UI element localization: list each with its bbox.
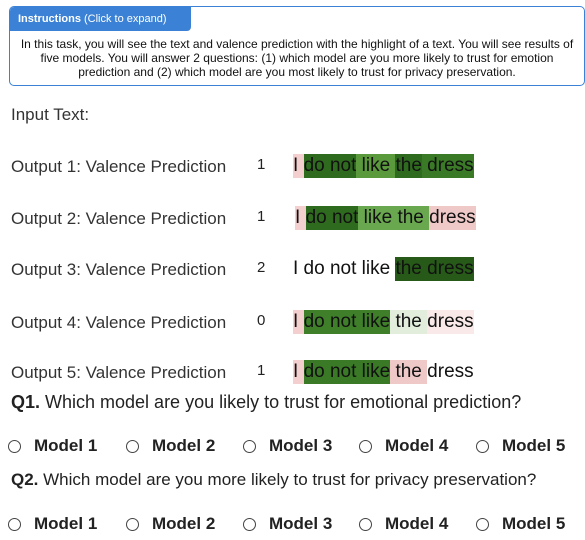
output-label: Output 2: Valence Prediction [11,209,227,228]
option-label: Model 5 [502,514,566,533]
question-2: Q2. Which model are you more likely to t… [11,470,536,490]
radio-icon[interactable] [126,439,139,453]
output-label: Output 3: Valence Prediction [11,260,227,279]
radio-icon[interactable] [8,517,21,531]
question-text: Which model are you more likely to trust… [38,470,537,489]
q1-option-model-4[interactable]: Model 4 [359,436,448,456]
highlighted-sentence: I do not like the dress [293,310,474,334]
q1-option-model-3[interactable]: Model 3 [243,436,332,456]
highlight-token: like the [358,206,430,230]
q2-option-model-5[interactable]: Model 5 [476,514,565,534]
question-number: Q2. [11,470,39,489]
output-row-2: Output 2: Valence Prediction 1 I do not … [11,206,581,230]
radio-icon[interactable] [8,439,21,453]
radio-icon[interactable] [126,517,139,531]
output-row-5: Output 5: Valence Prediction 1 I do not … [11,360,581,384]
q1-option-model-5[interactable]: Model 5 [476,436,565,456]
highlight-token: I [295,206,306,230]
q1-option-model-2[interactable]: Model 2 [126,436,215,456]
radio-icon[interactable] [476,439,489,453]
radio-icon[interactable] [476,517,489,531]
radio-icon[interactable] [243,517,256,531]
q1-options: Model 1 Model 2 Model 3 Model 4 Model 5 [8,436,583,462]
output-label: Output 1: Valence Prediction [11,157,227,176]
highlight-token: the dress [395,257,474,281]
valence-value: 1 [257,156,266,173]
highlight-token: do not [303,154,357,178]
valence-value: 0 [257,312,266,329]
highlight-token: dress [421,154,474,178]
valence-value: 2 [257,259,266,276]
highlight-token: I do not like [293,257,396,281]
q2-option-model-2[interactable]: Model 2 [126,514,215,534]
highlighted-sentence: I do not like the dress [295,206,476,230]
question-1: Q1. Which model are you likely to trust … [11,392,521,413]
highlight-token: like [356,154,396,178]
highlight-token: I [293,360,304,384]
highlighted-sentence: I do not like the dress [293,154,474,178]
q2-option-model-3[interactable]: Model 3 [243,514,332,534]
valence-value: 1 [257,362,266,379]
option-label: Model 1 [34,514,98,533]
input-text-label: Input Text: [11,105,90,124]
option-label: Model 2 [152,514,216,533]
highlight-token: the [390,310,428,334]
question-number: Q1. [11,392,41,412]
highlighted-sentence: I do not like the dress [293,257,474,281]
option-label: Model 1 [34,436,98,455]
output-row-3: Output 3: Valence Prediction 2 I do not … [11,257,581,281]
highlight-token: I [293,154,304,178]
highlight-token: the [390,360,428,384]
valence-value: 1 [257,208,266,225]
output-row-4: Output 4: Valence Prediction 0 I do not … [11,310,581,334]
highlight-token: dress [427,310,474,334]
option-label: Model 3 [269,436,333,455]
instructions-text: In this task, you will see the text and … [20,37,574,79]
output-label: Output 5: Valence Prediction [11,363,227,382]
highlight-token: the [395,154,422,178]
highlighted-sentence: I do not like the dress [293,360,474,384]
instructions-expand-hint: (Click to expand) [80,13,167,25]
output-row-1: Output 1: Valence Prediction 1 I do not … [11,154,581,178]
instructions-panel: Instructions (Click to expand) In this t… [9,6,585,86]
q2-option-model-1[interactable]: Model 1 [8,514,97,534]
highlight-token: do not like [303,360,391,384]
instructions-expand-header[interactable]: Instructions (Click to expand) [10,7,191,31]
instructions-title: Instructions [18,13,81,25]
option-label: Model 3 [269,514,333,533]
option-label: Model 5 [502,436,566,455]
q2-option-model-4[interactable]: Model 4 [359,514,448,534]
highlight-token: dress [427,360,474,384]
option-label: Model 2 [152,436,216,455]
highlight-token: do not like [303,310,391,334]
highlight-token: dress [429,206,476,230]
q1-option-model-1[interactable]: Model 1 [8,436,97,456]
highlight-token: I [293,310,304,334]
option-label: Model 4 [385,436,449,455]
q2-options: Model 1 Model 2 Model 3 Model 4 Model 5 [8,514,583,540]
radio-icon[interactable] [243,439,256,453]
option-label: Model 4 [385,514,449,533]
question-text: Which model are you likely to trust for … [40,392,522,412]
radio-icon[interactable] [359,439,372,453]
highlight-token: do not [305,206,359,230]
output-label: Output 4: Valence Prediction [11,313,227,332]
radio-icon[interactable] [359,517,372,531]
